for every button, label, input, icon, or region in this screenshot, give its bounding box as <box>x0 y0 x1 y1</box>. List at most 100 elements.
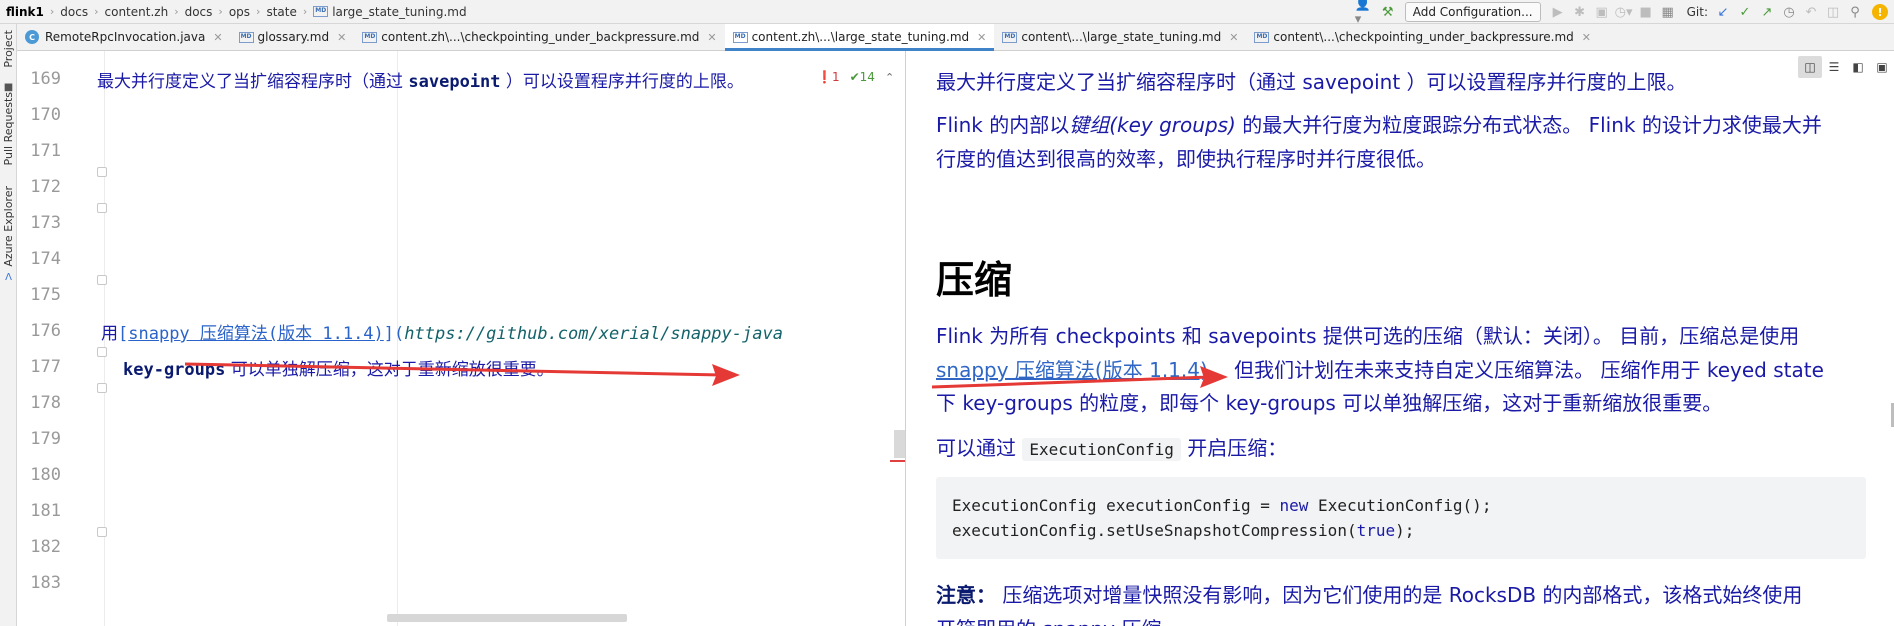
fold-marker-icon[interactable] <box>97 167 107 177</box>
line-number: 170 <box>30 105 61 125</box>
editor-line-177[interactable]: key-groups 可以单独解压缩，这对于重新缩放很重要。 <box>123 355 554 380</box>
tab-glossary[interactable]: MD glossary.md ✕ <box>231 24 355 50</box>
git-commit-icon[interactable]: ✓ <box>1734 1 1756 23</box>
tab-label: RemoteRpcInvocation.java <box>45 30 206 44</box>
tab-label: glossary.md <box>257 30 330 44</box>
git-label: Git: <box>1686 5 1708 19</box>
history-icon[interactable]: ◷ <box>1778 1 1800 23</box>
markdown-link-text[interactable]: snappy 压缩算法(版本 1.1.4) <box>128 324 384 344</box>
markdown-file-icon: MD <box>732 31 748 43</box>
preview-paragraph-3-line-2: snappy 压缩算法(版本 1.1.4)， 但我们计划在未来支持自定义压缩算法… <box>936 354 1824 383</box>
debug-icon[interactable]: ✱ <box>1569 1 1591 23</box>
preview-paragraph-2: Flink 的内部以键组(key groups) 的最大并行度为粒度跟踪分布式状… <box>936 109 1822 138</box>
breadcrumb-item-docs[interactable]: docs <box>60 5 88 19</box>
error-count-icon[interactable]: ❗1 <box>817 70 840 84</box>
code-text: executionConfig.setUseSnapshotCompressio… <box>952 521 1357 540</box>
editor-only-icon[interactable]: ☰ <box>1822 56 1846 78</box>
tool-pull-requests[interactable]: Pull Requests <box>0 92 17 165</box>
line-text: 用 <box>101 324 118 344</box>
snappy-link[interactable]: snappy 压缩算法(版本 1.1.4) <box>936 358 1208 382</box>
tab-checkpointing[interactable]: MD content\...\checkpointing_under_backp… <box>1246 24 1599 50</box>
git-update-icon[interactable]: ↙ <box>1712 1 1734 23</box>
main-toolbar: 👤▾ ⚒ Add Configuration... ▶ ✱ ▣ ◷▾ ■ ▦ G… <box>1355 0 1894 27</box>
tab-zh-large-state-tuning[interactable]: MD content.zh\...\large_state_tuning.md … <box>724 24 995 51</box>
tab-remote-rpc-invocation[interactable]: C RemoteRpcInvocation.java ✕ <box>17 24 231 50</box>
breadcrumb-item-flink1[interactable]: flink1 <box>6 5 44 19</box>
editor-line-176[interactable]: 用[snappy 压缩算法(版本 1.1.4)](https://github.… <box>101 319 783 344</box>
markdown-file-icon: MD <box>238 31 254 43</box>
navigation-bar: flink1 › docs › content.zh › docs › ops … <box>0 0 1894 27</box>
user-icon[interactable]: 👤▾ <box>1355 0 1377 27</box>
stop-icon[interactable]: ■ <box>1635 1 1657 23</box>
line-number: 183 <box>30 573 61 593</box>
tool-azure-explorer-label: Azure Explorer <box>2 186 15 267</box>
editor-gutter: 169 170 171 172 173 174 175 176 177 178 … <box>17 51 107 626</box>
line-number: 173 <box>30 213 61 233</box>
chevron-up-icon[interactable]: ⌃ <box>885 71 894 84</box>
line-number: 172 <box>30 177 61 197</box>
paragraph-text: 可以通过 <box>936 436 1023 460</box>
preview-note: 注意： 压缩选项对增量快照没有影响，因为它们使用的是 RocksDB 的内部格式… <box>936 579 1802 608</box>
fold-marker-icon[interactable] <box>97 203 107 213</box>
preview-toolbar: ◫ ☰ ◧ ▣ <box>1798 55 1894 79</box>
search-icon[interactable]: ⚲ <box>1844 1 1866 23</box>
close-icon[interactable]: ✕ <box>213 31 222 44</box>
close-icon[interactable]: ✕ <box>1582 31 1591 44</box>
add-configuration-button[interactable]: Add Configuration... <box>1404 2 1541 22</box>
run-icon[interactable]: ▶ <box>1547 1 1569 23</box>
editor-tab-bar: C RemoteRpcInvocation.java ✕ MD glossary… <box>17 24 1894 51</box>
markdown-link-url[interactable]: https://github.com/xerial/snappy-java <box>404 324 783 344</box>
breadcrumb-item-content-zh[interactable]: content.zh <box>105 5 169 19</box>
git-push-icon[interactable]: ↗ <box>1756 1 1778 23</box>
fold-marker-icon[interactable] <box>97 347 107 357</box>
layout-icon[interactable]: ◫ <box>1822 1 1844 23</box>
line-number: 181 <box>30 501 61 521</box>
rollback-icon[interactable]: ↶ <box>1800 1 1822 23</box>
close-icon[interactable]: ✕ <box>977 31 986 44</box>
editor-and-preview-icon[interactable]: ◧ <box>1846 56 1870 78</box>
update-badge-icon[interactable]: ! <box>1872 4 1888 20</box>
markdown-editor[interactable]: 169 170 171 172 173 174 175 176 177 178 … <box>17 51 905 626</box>
chevron-right-icon: › <box>174 5 179 18</box>
fold-marker-icon[interactable] <box>97 527 107 537</box>
breadcrumb-item-docs-2[interactable]: docs <box>185 5 213 19</box>
tab-zh-checkpointing[interactable]: MD content.zh\...\checkpointing_under_ba… <box>354 24 724 50</box>
profile-icon[interactable]: ◷▾ <box>1613 1 1635 23</box>
code-keyword: new <box>1279 496 1309 515</box>
paragraph-text: Flink 的内部以 <box>936 113 1070 137</box>
line-text: ）可以设置程序并行度的上限。 <box>500 72 744 92</box>
inline-code: key-groups <box>123 360 226 380</box>
tool-project[interactable]: Project <box>0 30 17 68</box>
close-icon[interactable]: ✕ <box>337 31 346 44</box>
editor-line-169[interactable]: 最大并行度定义了当扩缩容程序时（通过 savepoint ）可以设置程序并行度的… <box>97 67 744 92</box>
attach-icon[interactable]: ▦ <box>1657 1 1679 23</box>
breadcrumb-item-state[interactable]: state <box>266 5 296 19</box>
inline-code: ExecutionConfig <box>1022 438 1181 461</box>
coverage-icon[interactable]: ▣ <box>1591 1 1613 23</box>
breadcrumb-item-ops[interactable]: ops <box>229 5 250 19</box>
fold-marker-icon[interactable] <box>97 383 107 393</box>
horizontal-scrollbar[interactable] <box>387 614 627 622</box>
preview-only-icon[interactable]: ▣ <box>1870 56 1894 78</box>
fold-marker-icon[interactable] <box>97 275 107 285</box>
tool-azure-explorer[interactable]: Azure Explorer <box>0 186 17 267</box>
close-icon[interactable]: ✕ <box>1229 31 1238 44</box>
link-bracket: ]( <box>383 324 405 344</box>
line-number: 176 <box>30 321 61 341</box>
tool-window-strip: Project ■ Pull Requests Azure Explorer Λ <box>0 24 17 626</box>
line-text: 可以单独解压缩，这对于重新缩放很重要。 <box>225 360 554 380</box>
inspection-widget[interactable]: ❗1 ✔14 ⌃ ⌄ <box>813 70 905 84</box>
tool-pull-requests-label: Pull Requests <box>2 92 15 166</box>
chevron-right-icon: › <box>49 5 55 18</box>
breadcrumb: flink1 › docs › content.zh › docs › ops … <box>0 0 467 24</box>
split-layout-icon[interactable]: ◫ <box>1798 56 1822 78</box>
breadcrumb-item-file[interactable]: MD large_state_tuning.md <box>313 5 467 19</box>
paragraph-text: 开启压缩： <box>1180 436 1288 460</box>
code-block: ExecutionConfig executionConfig = new Ex… <box>936 477 1866 559</box>
code-line: ExecutionConfig executionConfig = new Ex… <box>952 493 1850 518</box>
tab-large-state-tuning[interactable]: MD content\...\large_state_tuning.md ✕ <box>994 24 1246 50</box>
hammer-icon[interactable]: ⚒ <box>1377 1 1399 23</box>
close-icon[interactable]: ✕ <box>707 31 716 44</box>
preview-paragraph-2-line-2: 行度的值达到很高的效率，即使执行程序时并行度很低。 <box>936 147 1436 171</box>
check-count-icon[interactable]: ✔14 <box>850 70 875 84</box>
